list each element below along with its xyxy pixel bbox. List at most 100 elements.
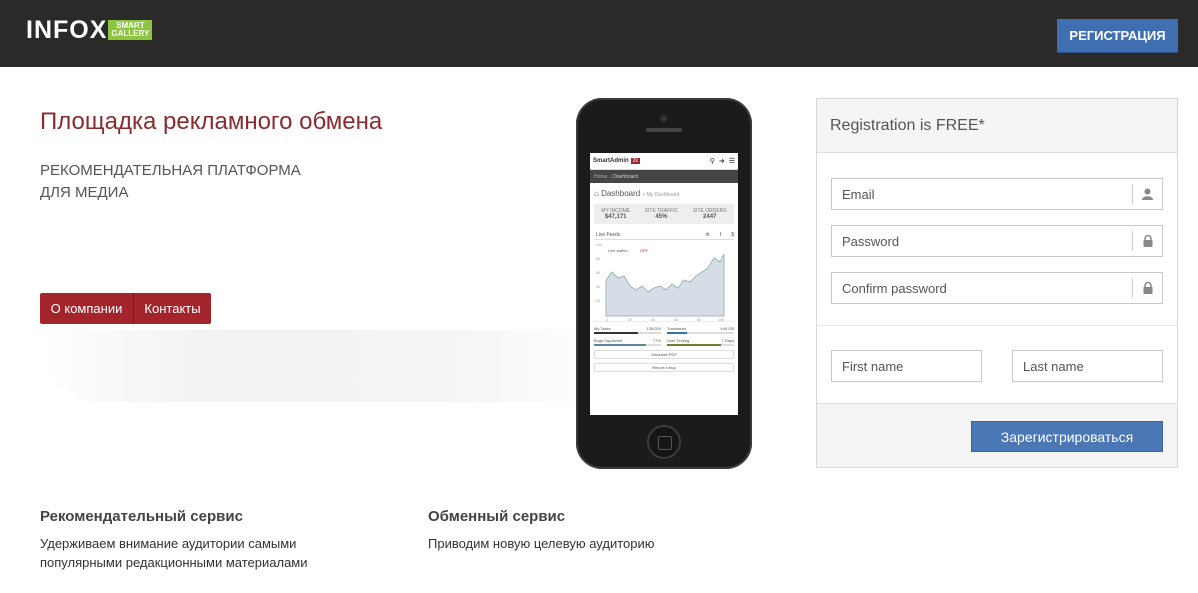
- progress-track: [667, 332, 734, 334]
- password-field-wrapper: [831, 225, 1163, 257]
- progress-track: [594, 344, 661, 346]
- logo-badge-line2: GALLERY: [111, 29, 150, 38]
- progress-label: Bugs Squashed: [594, 338, 623, 343]
- dash-title: Dashboard: [601, 189, 641, 198]
- phone-screen: SmartAdmin 2k ⚲ ➜ ☰ Home › Dashboard ⌂ D…: [590, 153, 738, 415]
- home-icon: ⌂: [594, 189, 599, 198]
- progress-bugs-squashed: Bugs Squashed 77%: [594, 338, 661, 346]
- progress-track: [667, 344, 734, 346]
- dollar-icon: $: [731, 231, 734, 238]
- stat-value: $47,171: [604, 214, 627, 220]
- logo-text: INFOX: [26, 16, 108, 44]
- hero-button-group: О компании Контакты: [40, 293, 211, 324]
- last-name-field[interactable]: [1013, 351, 1161, 381]
- feature-text-line: Удерживаем внимание аудитории самыми: [40, 536, 297, 551]
- chart-y-tick: 80: [596, 257, 600, 261]
- stat-traffic: SITE TRAFFIC 45%: [645, 208, 679, 220]
- email-field[interactable]: [832, 179, 1122, 209]
- user-icon: [1132, 184, 1162, 204]
- password-field[interactable]: [832, 226, 1122, 256]
- lock-icon: [1132, 231, 1162, 251]
- progress-label: My Tasks: [594, 326, 611, 331]
- stat-income: MY INCOME $47,171: [601, 208, 630, 220]
- confirm-password-field[interactable]: [832, 273, 1122, 303]
- screen-dashboard-title: ⌂ Dashboard > My Dashboard: [590, 183, 738, 202]
- email-field-wrapper: [831, 178, 1163, 210]
- hero-subtitle-line1: РЕКОМЕНДАТЕЛЬНАЯ ПЛАТФОРМА: [40, 162, 301, 179]
- contacts-button[interactable]: Контакты: [134, 293, 211, 324]
- screen-chart-svg: 100 80 60 40 20 Live switch OFF 0 20 40 …: [596, 243, 725, 322]
- screen-progress-bars: My Tasks 130/200 Transfered 440 GB Bugs …: [594, 326, 734, 346]
- last-name-wrapper: [1012, 350, 1163, 382]
- progress-value: 440 GB: [720, 326, 734, 331]
- logout-icon: ➜: [718, 158, 725, 165]
- progress-user-testing: User Testing 7 Days: [667, 338, 734, 346]
- menu-icon: ☰: [728, 158, 735, 165]
- screen-header-icons: ⚲ ➜ ☰: [710, 157, 735, 165]
- chart-y-tick: 100: [596, 243, 602, 247]
- phone-mockup: SmartAdmin 2k ⚲ ➜ ☰ Home › Dashboard ⌂ D…: [576, 98, 752, 469]
- progress-fill: [667, 344, 721, 346]
- dash-subtitle: > My Dashboard: [642, 192, 680, 198]
- screen-app-name: SmartAdmin: [593, 158, 629, 164]
- logo-badge: SMART GALLERY: [108, 20, 153, 40]
- gear-icon: ⚙: [705, 231, 710, 238]
- progress-label: Transfered: [667, 326, 687, 331]
- crumb-home: Home: [594, 173, 608, 180]
- register-button[interactable]: РЕГИСТРАЦИЯ: [1057, 19, 1178, 52]
- phone-home-button: [647, 425, 681, 459]
- progress-fill: [594, 332, 638, 334]
- search-icon: ⚲: [709, 158, 715, 165]
- screen-generate-pdf-button: Generate PDF: [594, 350, 734, 359]
- progress-value: 7 Days: [721, 338, 734, 343]
- feature-text-line: популярными редакционными материалами: [40, 555, 308, 570]
- screen-badge: 2k: [630, 158, 640, 164]
- registration-title: Registration is FREE*: [817, 99, 1177, 153]
- chart-x-tick: 100: [718, 318, 724, 322]
- feature-text-recommendation: Удерживаем внимание аудитории самыми поп…: [40, 534, 360, 572]
- first-name-field[interactable]: [832, 351, 980, 381]
- hero-subtitle: РЕКОМЕНДАТЕЛЬНАЯ ПЛАТФОРМА ДЛЯ МЕДИА: [40, 160, 340, 204]
- infox-logo[interactable]: INFOX SMART GALLERY: [26, 16, 153, 44]
- chart-area: [605, 253, 725, 317]
- phone-speaker: [646, 128, 682, 132]
- progress-track: [594, 332, 661, 334]
- chart-x-tick: 0: [606, 318, 608, 322]
- chart-y-tick: 40: [596, 285, 600, 289]
- confirm-password-field-wrapper: [831, 272, 1163, 304]
- screen-report-bug-button: Report a bug: [594, 363, 734, 372]
- progress-my-tasks: My Tasks 130/200: [594, 326, 661, 334]
- top-navbar: INFOX SMART GALLERY РЕГИСТРАЦИЯ: [0, 0, 1198, 67]
- stat-orders: SITE ORDERS 2447: [693, 208, 727, 220]
- feature-text-exchange: Приводим новую целевую аудиторию: [428, 534, 748, 553]
- screen-header: SmartAdmin 2k ⚲ ➜ ☰: [590, 153, 738, 170]
- facebook-icon: f: [719, 231, 722, 238]
- submit-registration-button[interactable]: Зарегистрироваться: [971, 421, 1163, 452]
- decorative-swoosh: [40, 330, 600, 402]
- first-name-wrapper: [831, 350, 982, 382]
- registration-panel: Registration is FREE* Зарегистрироваться: [816, 98, 1178, 468]
- chart-x-tick: 60: [674, 318, 678, 322]
- progress-fill: [594, 344, 646, 346]
- progress-fill: [667, 332, 688, 334]
- hero-subtitle-line2: ДЛЯ МЕДИА: [40, 184, 129, 201]
- progress-label: User Testing: [667, 338, 690, 343]
- hero-title: Площадка рекламного обмена: [40, 108, 383, 135]
- chart-x-tick: 80: [697, 318, 701, 322]
- panel-divider: [817, 325, 1177, 326]
- stat-value: 45%: [655, 214, 668, 220]
- progress-value: 130/200: [646, 326, 661, 331]
- chart-y-tick: 20: [596, 299, 600, 303]
- chart-x-tick: 20: [628, 318, 632, 322]
- chart-switch-label: Live switch: [608, 248, 628, 253]
- stat-value: 2447: [703, 214, 717, 220]
- feature-title-exchange: Обменный сервис: [428, 508, 566, 525]
- screen-chart: 100 80 60 40 20 Live switch OFF 0 20 40 …: [594, 242, 734, 322]
- about-company-button[interactable]: О компании: [40, 293, 134, 324]
- progress-value: 77%: [652, 338, 661, 343]
- tab-live-feeds: Live Feeds: [596, 231, 621, 238]
- chart-y-tick: 60: [596, 271, 600, 275]
- progress-transfered: Transfered 440 GB: [667, 326, 734, 334]
- phone-camera: [660, 115, 667, 122]
- chart-x-tick: 40: [651, 318, 655, 322]
